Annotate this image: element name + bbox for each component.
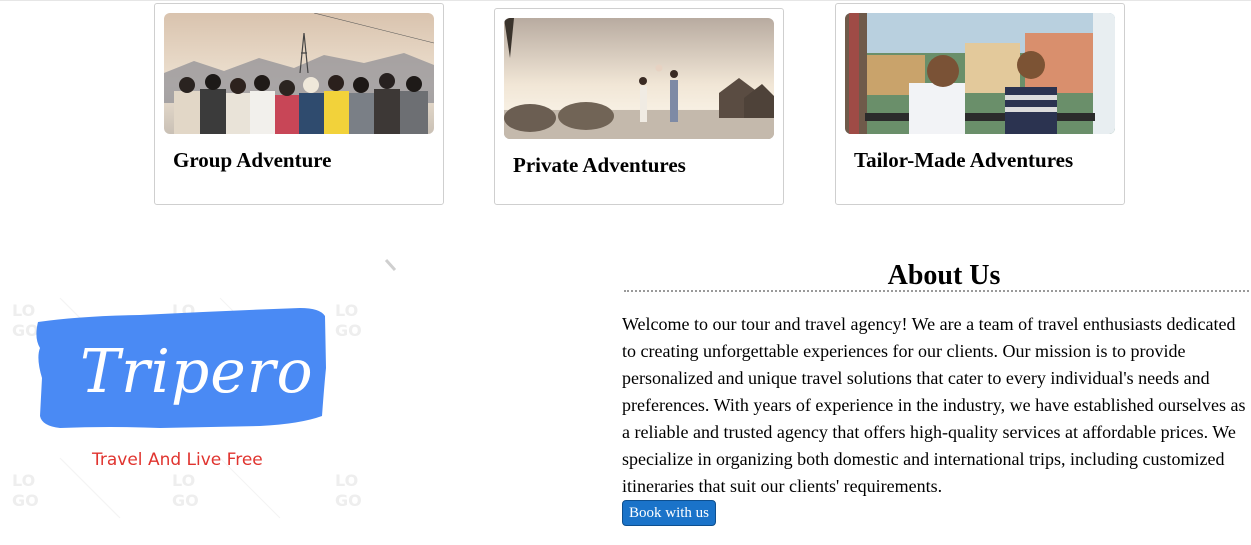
brand-name: Tripero xyxy=(80,337,314,407)
card-title: Tailor-Made Adventures xyxy=(854,148,1074,172)
svg-text:LO: LO xyxy=(335,301,358,320)
card-group-adventure[interactable]: Group Adventure xyxy=(154,3,444,205)
svg-text:GO: GO xyxy=(335,491,362,510)
top-divider xyxy=(0,0,1251,1)
about-title: About Us xyxy=(887,260,1001,291)
card-title: Private Adventures xyxy=(513,153,686,177)
private-adventures-image xyxy=(504,18,774,139)
svg-text:LO: LO xyxy=(335,471,358,490)
svg-text:LO: LO xyxy=(12,301,35,320)
svg-text:LO: LO xyxy=(172,471,195,490)
svg-text:LO: LO xyxy=(12,471,35,490)
dotted-divider xyxy=(624,290,1249,292)
book-with-us-button[interactable]: Book with us xyxy=(622,500,717,526)
brand-logo: LOGO LOGO LOGO LOGO LOGO LOGO Tripero Tr… xyxy=(0,258,400,538)
svg-text:GO: GO xyxy=(172,491,199,510)
tailor-made-adventures-image xyxy=(845,13,1115,134)
svg-text:GO: GO xyxy=(335,321,362,340)
card-title: Group Adventure xyxy=(173,148,332,172)
card-tailor-made-adventures[interactable]: Tailor-Made Adventures xyxy=(835,3,1125,205)
about-description: Welcome to our tour and travel agency! W… xyxy=(622,314,1246,496)
group-adventure-image xyxy=(164,13,434,134)
svg-text:GO: GO xyxy=(12,321,39,340)
brand-tagline: Travel And Live Free xyxy=(91,450,263,470)
card-private-adventures[interactable]: Private Adventures xyxy=(494,8,784,205)
svg-text:GO: GO xyxy=(12,491,39,510)
